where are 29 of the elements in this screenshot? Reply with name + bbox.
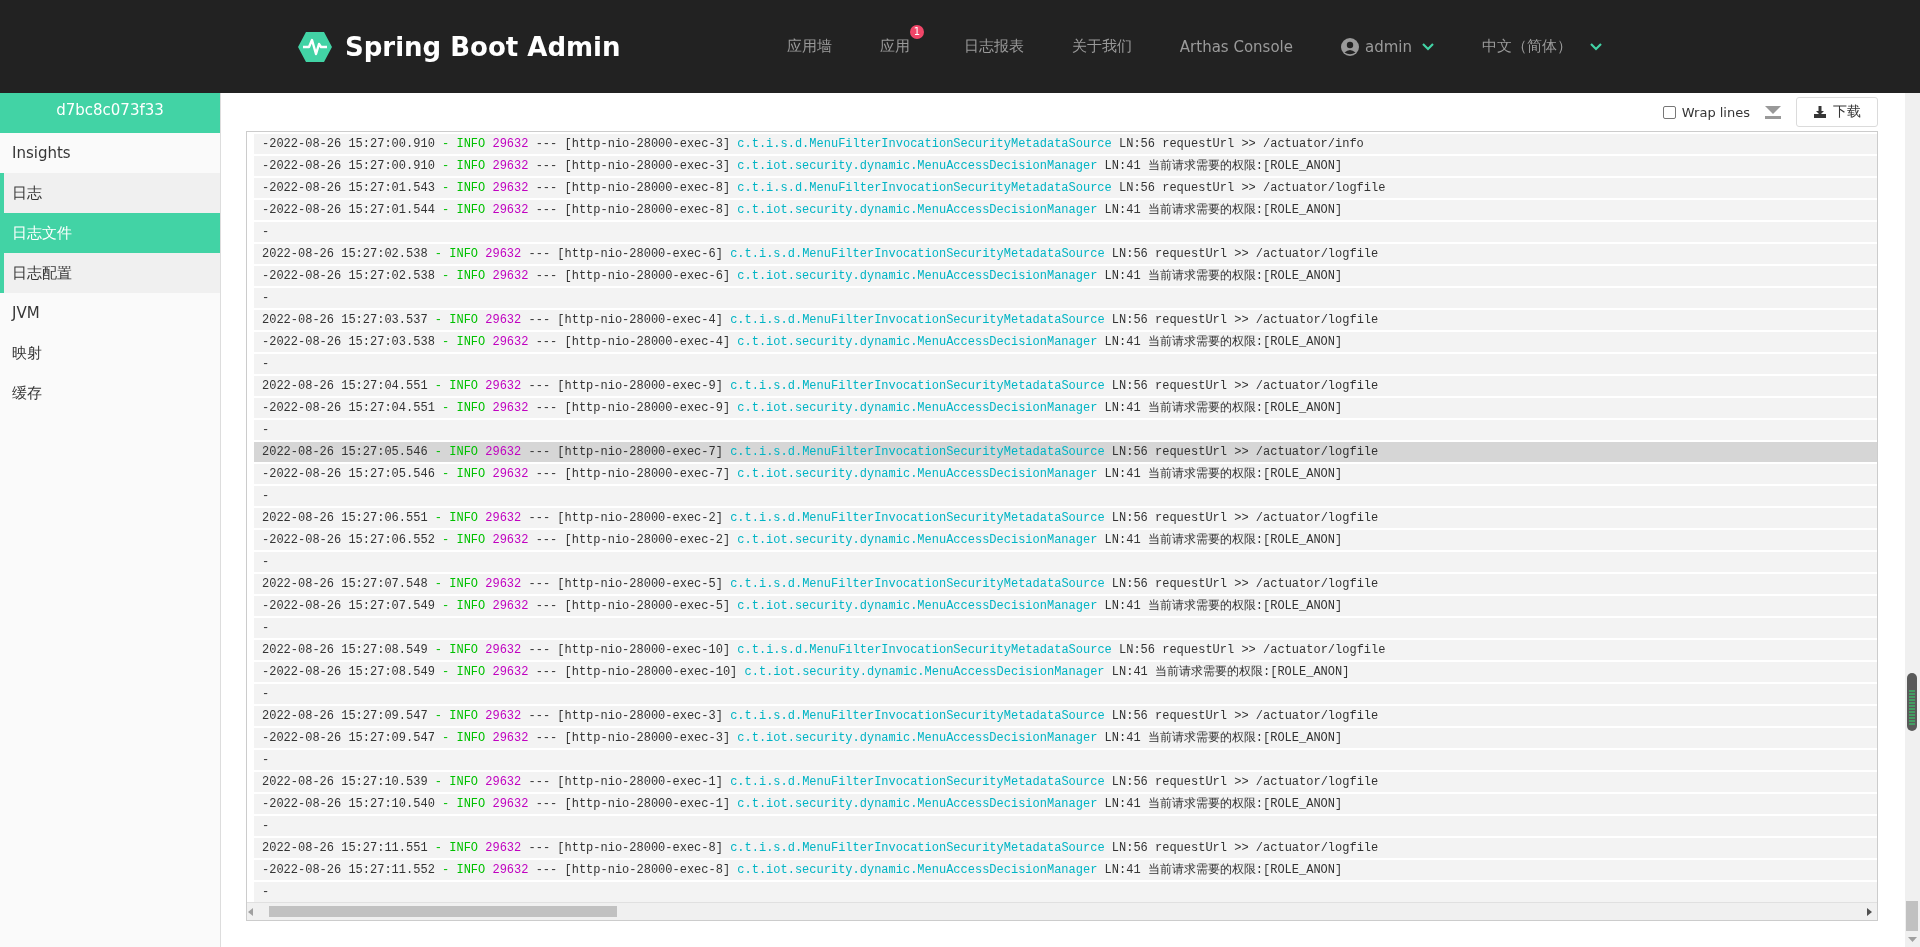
scroll-to-bottom-icon[interactable]	[1764, 105, 1782, 119]
sidebar-item[interactable]: Insights	[0, 133, 220, 173]
nav-link[interactable]: 关于我们	[1063, 33, 1140, 60]
scroll-left-icon[interactable]	[247, 906, 255, 917]
wrap-lines-checkbox[interactable]: Wrap lines	[1662, 104, 1750, 120]
sidebar-item[interactable]: 日志	[4, 173, 220, 213]
nav-link[interactable]: 应用 1	[871, 25, 924, 60]
caret-icon	[1422, 42, 1434, 51]
scroll-handle-icon[interactable]	[1907, 673, 1917, 731]
sidebar-item[interactable]: 缓存	[0, 373, 220, 413]
download-icon	[1813, 105, 1827, 119]
sidebar-item[interactable]: 映射	[0, 333, 220, 373]
language-menu[interactable]: 中文（简体）	[1482, 37, 1584, 56]
scrollbar-thumb[interactable]	[1906, 901, 1918, 931]
nav-link[interactable]: Arthas Console	[1171, 33, 1301, 60]
logo-icon	[297, 30, 333, 63]
download-button[interactable]: 下载	[1796, 97, 1878, 127]
caret-icon	[1590, 42, 1602, 51]
horizontal-scrollbar[interactable]	[247, 902, 1877, 920]
sidebar-item[interactable]: JVM	[0, 293, 220, 333]
instance-id: d7bc8c073f33	[0, 93, 220, 133]
scroll-right-icon[interactable]	[1865, 906, 1873, 917]
nav-link[interactable]: 应用墙	[778, 33, 840, 60]
app-title: Spring Boot Admin	[345, 31, 621, 62]
scroll-down-icon[interactable]	[1908, 937, 1917, 943]
nav-link[interactable]: 日志报表	[955, 33, 1032, 60]
count-badge: 1	[909, 25, 924, 39]
user-menu[interactable]: admin	[1365, 37, 1416, 56]
user-icon	[1341, 37, 1359, 56]
